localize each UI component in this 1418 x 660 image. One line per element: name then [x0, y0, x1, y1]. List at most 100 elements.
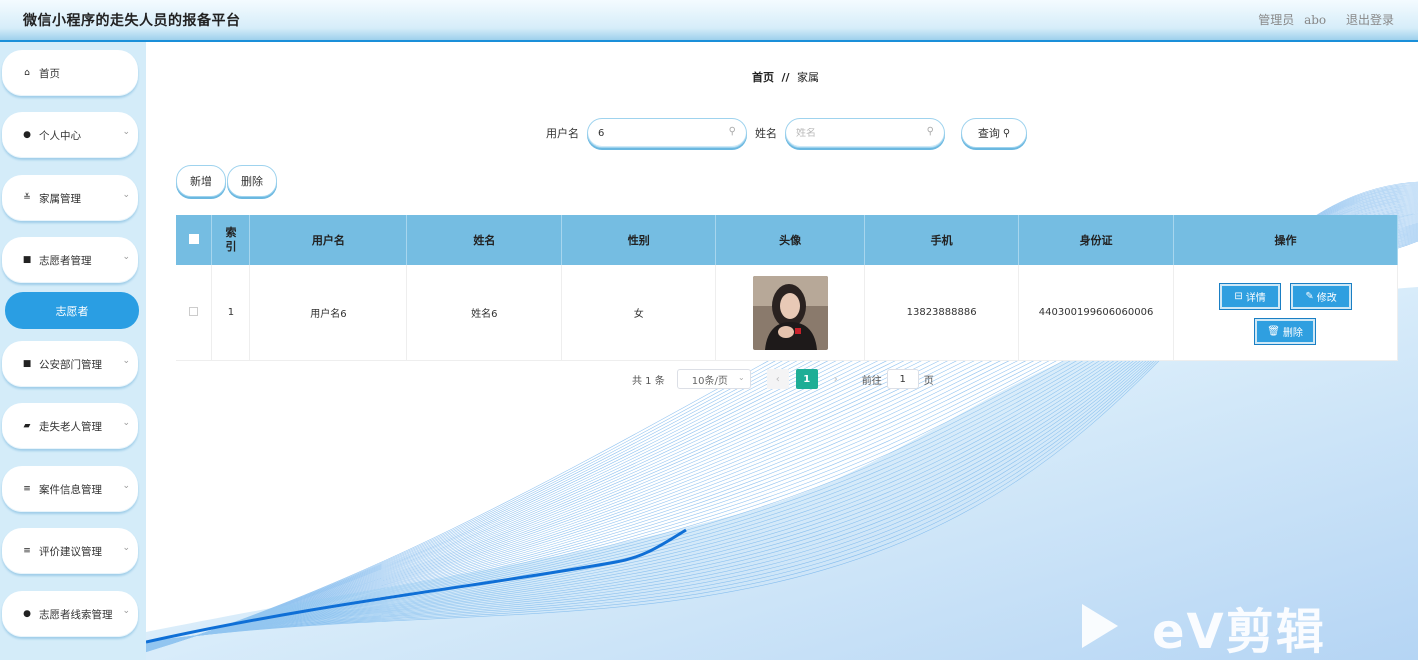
sidebar-item-home[interactable]: ⌂ 首页 [2, 50, 138, 96]
page-unit-label: 页 [923, 375, 934, 387]
col-id-card: 身份证 [1018, 215, 1175, 265]
edit-icon: ✎ [1305, 291, 1314, 302]
delete-button[interactable]: 🗑 删除 [1254, 318, 1317, 345]
page-size-value: 10条/页 [691, 375, 728, 387]
breadcrumb-current: 家属 [797, 71, 820, 84]
sidebar-item-label: 家属管理 [39, 192, 81, 205]
pager-total: 共 1 条 [632, 375, 665, 387]
query-label: 查询 [977, 127, 1000, 140]
prev-page-button[interactable]: ‹ [766, 369, 789, 389]
sidebar-item-volunteer-clues[interactable]: ● 志愿者线索管理 ⌄ [2, 591, 138, 637]
grid-icon: ■ [22, 359, 32, 369]
user-name: abo [1304, 13, 1327, 27]
home-icon: ⌂ [24, 68, 30, 78]
main-content: 首页 // 家属 用户名 ⚲ 姓名 ⚲ 查询 ⚲ 新增 删除 索引 用户 [146, 42, 1418, 660]
breadcrumb-separator: // [781, 71, 790, 84]
cell-phone: 13823888886 [864, 265, 1020, 361]
logout-link[interactable]: 退出登录 [1346, 13, 1394, 27]
list-icon: ≡ [23, 484, 31, 494]
add-button[interactable]: 新增 [176, 165, 226, 197]
name-search-field[interactable]: ⚲ [785, 118, 945, 148]
detail-label: 详情 [1245, 293, 1266, 304]
col-phone: 手机 [864, 215, 1020, 265]
avatar [752, 275, 828, 350]
cell-index: 1 [211, 265, 251, 361]
username-search-field[interactable]: ⚲ [587, 118, 747, 148]
cell-avatar [715, 265, 866, 361]
sidebar: ⌂ 首页 ● 个人中心 ⌄ ≚ 家属管理 ⌄ ■ 志愿者管理 ⌄ 志愿者 ■ 公… [0, 42, 146, 660]
goto-page-input[interactable]: 1 [886, 369, 919, 389]
select-all-checkbox[interactable] [176, 215, 213, 265]
page-size-select[interactable]: 10条/页 ⌄ [676, 369, 751, 389]
family-table: 索引 用户名 姓名 性别 头像 手机 身份证 操作 1 用户名6 姓名6 女 1… [176, 215, 1398, 361]
chevron-down-icon: ⌄ [122, 356, 130, 366]
sidebar-item-family[interactable]: ≚ 家属管理 ⌄ [2, 175, 138, 221]
user-role: 管理员 [1258, 13, 1295, 27]
cell-actions: ⊟ 详情 ✎ 修改 🗑 删除 [1173, 265, 1398, 361]
sidebar-item-label: 走失老人管理 [39, 420, 102, 433]
next-page-button[interactable]: › [825, 369, 847, 389]
table-row: 1 用户名6 姓名6 女 13823888886 440300199606060… [176, 265, 1398, 361]
page-number-button[interactable]: 1 [795, 369, 818, 389]
col-actions: 操作 [1173, 215, 1398, 265]
sliders-icon: ≚ [23, 193, 31, 203]
sidebar-item-label: 首页 [39, 67, 60, 80]
col-gender: 性别 [561, 215, 717, 265]
sidebar-item-feedback[interactable]: ≡ 评价建议管理 ⌄ [2, 528, 138, 574]
name-search-input[interactable] [796, 127, 916, 139]
detail-button[interactable]: ⊟ 详情 [1219, 283, 1282, 310]
chevron-down-icon: ⌄ [122, 418, 130, 428]
sidebar-item-volunteer[interactable]: ■ 志愿者管理 ⌄ [2, 237, 138, 283]
sidebar-item-missing-elderly[interactable]: ▰ 走失老人管理 ⌄ [2, 403, 138, 449]
cell-username: 用户名6 [249, 265, 408, 361]
sidebar-item-label: 志愿者线索管理 [39, 608, 113, 621]
sidebar-subitem-volunteer[interactable]: 志愿者 [5, 292, 139, 329]
chevron-down-icon: ⌄ [122, 543, 130, 553]
chevron-down-icon: ⌄ [122, 481, 130, 491]
cell-id-card: 440300199606060006 [1018, 265, 1175, 361]
cell-name: 姓名6 [406, 265, 563, 361]
search-icon: ⚲ [728, 126, 736, 137]
grid-icon: ■ [22, 255, 32, 265]
edit-label: 修改 [1316, 293, 1337, 304]
col-name: 姓名 [406, 215, 563, 265]
chevron-down-icon: ⌄ [122, 190, 130, 200]
query-button[interactable]: 查询 ⚲ [961, 118, 1027, 148]
list-icon: ≡ [23, 546, 31, 556]
top-bar: 微信小程序的走失人员的报备平台 管理员 abo 退出登录 [0, 0, 1418, 42]
sidebar-item-label: 评价建议管理 [39, 545, 102, 558]
username-label: 用户名 [546, 127, 579, 140]
edit-button[interactable]: ✎ 修改 [1290, 283, 1353, 310]
trash-icon: 🗑 [1267, 326, 1280, 337]
username-search-input[interactable] [598, 127, 718, 139]
breadcrumb-home[interactable]: 首页 [752, 71, 774, 84]
sidebar-item-label: 公安部门管理 [39, 358, 102, 371]
chevron-down-icon: ⌄ [122, 252, 130, 262]
name-label: 姓名 [755, 127, 777, 140]
watermark: eV剪辑 [1080, 592, 1326, 660]
sidebar-item-label: 案件信息管理 [39, 483, 102, 496]
delete-label: 删除 [1282, 328, 1303, 339]
app-title: 微信小程序的走失人员的报备平台 [23, 13, 241, 29]
chevron-down-icon: ⌄ [738, 373, 745, 382]
sidebar-item-personal-center[interactable]: ● 个人中心 ⌄ [2, 112, 138, 158]
goto-label: 前往 [861, 375, 882, 387]
wallet-icon: ▰ [23, 421, 31, 431]
sidebar-item-label: 志愿者管理 [39, 254, 92, 267]
sidebar-item-label: 个人中心 [39, 129, 81, 142]
chevron-down-icon: ⌄ [122, 127, 130, 137]
search-bar: 用户名 ⚲ 姓名 ⚲ 查询 ⚲ [546, 118, 1027, 148]
sidebar-item-police[interactable]: ■ 公安部门管理 ⌄ [2, 341, 138, 387]
col-username: 用户名 [249, 215, 408, 265]
detail-icon: ⊟ [1234, 291, 1243, 302]
bulb-icon: ● [23, 609, 31, 619]
search-icon: ⚲ [1002, 127, 1011, 139]
chevron-down-icon: ⌄ [122, 606, 130, 616]
pagination: 共 1 条 10条/页 ⌄ ‹ 1 › 前往 1 页 [632, 369, 934, 389]
search-icon: ⚲ [926, 126, 934, 137]
batch-delete-button[interactable]: 删除 [227, 165, 277, 197]
row-checkbox[interactable] [176, 265, 213, 361]
sidebar-item-case-info[interactable]: ≡ 案件信息管理 ⌄ [2, 466, 138, 512]
watermark-text: eV剪辑 [1152, 604, 1326, 660]
col-index: 索引 [211, 215, 251, 265]
